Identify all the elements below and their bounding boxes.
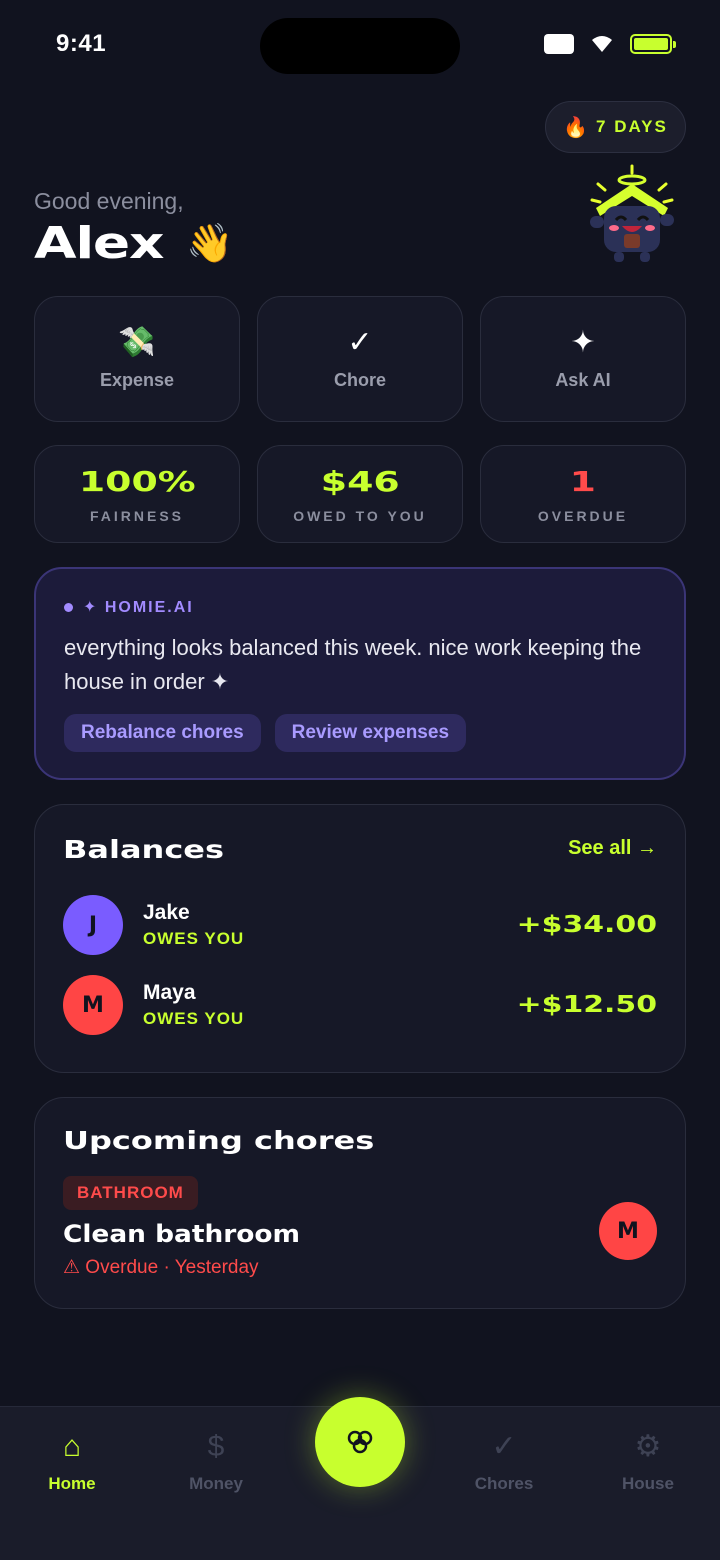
- wifi-icon: [592, 36, 612, 52]
- user-name-text: Alex: [34, 218, 164, 269]
- center-action-button[interactable]: [315, 1397, 405, 1487]
- person-name: Jake: [143, 901, 190, 924]
- person-name: Maya: [143, 981, 196, 1004]
- balance-row-jake[interactable]: J Jake OWES YOU +$34.00: [63, 895, 657, 955]
- stat-owed[interactable]: $46 OWED TO YOU: [257, 445, 463, 543]
- avatar: J: [63, 895, 123, 955]
- streak-badge[interactable]: 🔥 7 DAYS: [545, 101, 686, 153]
- wave-emoji: 👋: [186, 221, 233, 265]
- add-expense-button[interactable]: 💸 Expense: [34, 296, 240, 422]
- checkmark-icon: ✓: [347, 325, 373, 359]
- action-label: Chore: [333, 369, 386, 390]
- nav-home[interactable]: ⌂ Home: [12, 1432, 132, 1494]
- chore-name[interactable]: Clean bathroom: [63, 1220, 300, 1248]
- stat-fairness[interactable]: 100% FAIRNESS: [34, 445, 240, 543]
- checkmark-icon: ✓: [491, 1430, 517, 1463]
- nav-chores[interactable]: ✓ Chores: [444, 1432, 564, 1494]
- ai-status-dot: [64, 602, 73, 612]
- balance-row-maya[interactable]: M Maya OWES YOU +$12.50: [63, 975, 657, 1035]
- house-mascot-icon[interactable]: [578, 162, 686, 270]
- ai-insight-card: ✦ HOMIE.AI everything looks balanced thi…: [34, 567, 686, 780]
- stat-caption: OWED TO YOU: [293, 507, 427, 524]
- money-wings-icon: 💸: [118, 325, 156, 359]
- balances-card: Balances See all → J Jake OWES YOU +$34.…: [34, 804, 686, 1073]
- gear-icon: ⚙: [634, 1430, 662, 1463]
- nav-money[interactable]: $ Money: [156, 1432, 276, 1494]
- battery-icon: [630, 34, 676, 54]
- stat-caption: FAIRNESS: [89, 507, 184, 524]
- upcoming-chores-card: Upcoming chores BATHROOM Clean bathroom …: [34, 1097, 686, 1309]
- rings-icon: [347, 1430, 373, 1454]
- ask-ai-button[interactable]: ✦ Ask AI: [480, 296, 686, 422]
- chore-assignee-avatar[interactable]: M: [599, 1202, 657, 1260]
- add-chore-button[interactable]: ✓ Chore: [257, 296, 463, 422]
- sparkle-icon: ✦: [570, 325, 596, 359]
- greeting-line: Good evening,: [34, 188, 184, 214]
- ai-message: everything looks balanced this week. nic…: [64, 635, 642, 694]
- status-time: 9:41: [56, 30, 107, 57]
- nav-label: Money: [189, 1474, 243, 1493]
- nav-label: Chores: [474, 1474, 534, 1493]
- user-name: Alex 👋: [34, 218, 239, 269]
- dollar-icon: $: [207, 1430, 225, 1463]
- balance-status: OWES YOU: [143, 1009, 245, 1028]
- balance-amount: +$12.50: [516, 992, 657, 1018]
- balance-amount: +$34.00: [516, 912, 657, 938]
- streak-label: 7 DAYS: [596, 117, 668, 136]
- stat-overdue[interactable]: 1 OVERDUE: [480, 445, 686, 543]
- home-icon: ⌂: [62, 1430, 82, 1463]
- nav-label: House: [622, 1474, 674, 1493]
- action-label: Expense: [99, 369, 175, 390]
- stat-value: 100%: [78, 464, 196, 498]
- status-icons: [544, 34, 676, 54]
- balances-title: Balances: [63, 835, 225, 864]
- rebalance-chores-chip[interactable]: Rebalance chores: [64, 714, 261, 752]
- see-all-link[interactable]: See all →: [568, 837, 657, 860]
- cellular-icon: [544, 34, 574, 54]
- chores-title: Upcoming chores: [63, 1126, 375, 1155]
- avatar: M: [63, 975, 123, 1035]
- ai-brand: ✦ HOMIE.AI: [83, 599, 194, 616]
- stat-caption: OVERDUE: [537, 507, 629, 524]
- dynamic-island: [260, 18, 460, 74]
- nav-label: Home: [48, 1474, 96, 1493]
- stat-value: 1: [569, 464, 597, 498]
- stat-value: $46: [320, 464, 400, 498]
- chore-due-status: ⚠ Overdue · Yesterday: [63, 1257, 259, 1278]
- nav-house[interactable]: ⚙ House: [588, 1432, 708, 1494]
- fire-icon: 🔥: [563, 116, 589, 139]
- ai-header: ✦ HOMIE.AI: [64, 597, 194, 617]
- action-label: Ask AI: [555, 369, 611, 390]
- chore-room-tag: BATHROOM: [63, 1176, 198, 1210]
- balance-status: OWES YOU: [143, 929, 245, 948]
- review-expenses-chip[interactable]: Review expenses: [274, 714, 467, 752]
